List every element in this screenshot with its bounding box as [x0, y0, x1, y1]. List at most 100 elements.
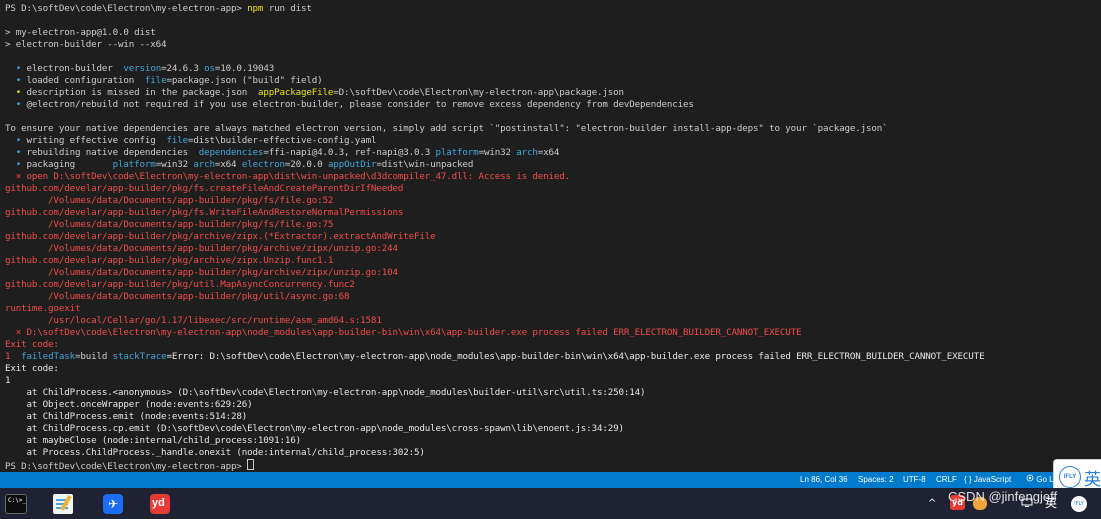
terminal-line: ⨯ open D:\softDev\code\Electron\my-elect…: [5, 171, 1101, 183]
terminal-text: •: [5, 63, 27, 74]
terminal-text: dependencies: [198, 147, 264, 158]
terminal-output: PS D:\softDev\code\Electron\my-electron-…: [0, 0, 1101, 472]
terminal-text: =ffi-napi@4.0.3, ref-napi@3.0.3: [263, 147, 436, 158]
terminal-text: os: [204, 63, 215, 74]
terminal-text: at ChildProcess.cp.emit (D:\softDev\code…: [5, 423, 624, 434]
terminal-text: at ChildProcess.<anonymous> (D:\softDev\…: [5, 387, 646, 398]
terminal-panel[interactable]: PS D:\softDev\code\Electron\my-electron-…: [0, 0, 1101, 472]
terminal-text: •: [5, 75, 27, 86]
terminal-text: •: [5, 135, 27, 146]
terminal-line: /usr/local/Cellar/go/1.17/libexec/src/ru…: [5, 315, 1101, 327]
terminal-text: at maybeClose (node:internal/child_proce…: [5, 435, 302, 446]
terminal-line: • rebuilding native dependencies depende…: [5, 147, 1101, 159]
terminal-line: • packaging platform=win32 arch=x64 elec…: [5, 159, 1101, 171]
eol-status[interactable]: CRLF: [936, 472, 957, 488]
terminal-line: Exit code:: [5, 339, 1101, 351]
terminal-text: at Object.onceWrapper (node:events:629:2…: [5, 399, 253, 410]
terminal-line: runtime.goexit: [5, 303, 1101, 315]
language-mode-status[interactable]: { } JavaScript: [964, 472, 1011, 488]
terminal-text: /Volumes/data/Documents/app-builder/pkg/…: [5, 267, 398, 278]
terminal-line: /Volumes/data/Documents/app-builder/pkg/…: [5, 267, 1101, 279]
feishu-icon[interactable]: ✈: [103, 494, 123, 514]
terminal-line: github.com/develar/app-builder/pkg/archi…: [5, 231, 1101, 243]
terminal-line: github.com/develar/app-builder/pkg/util.…: [5, 279, 1101, 291]
terminal-text: @electron/rebuild not required if you us…: [26, 99, 694, 110]
terminal-text: github.com/develar/app-builder/pkg/fs.cr…: [5, 183, 404, 194]
terminal-text: arch: [193, 159, 215, 170]
terminal-text: file: [144, 75, 167, 86]
terminal-line: at ChildProcess.cp.emit (D:\softDev\code…: [5, 423, 1101, 435]
cursor-position-status[interactable]: Ln 86, Col 36: [800, 472, 848, 488]
language-label: JavaScript: [973, 475, 1012, 484]
terminal-text: at Process.ChildProcess._handle.onexit (…: [5, 447, 425, 458]
terminal-line: /Volumes/data/Documents/app-builder/pkg/…: [5, 291, 1101, 303]
terminal-line: • @electron/rebuild not required if you …: [5, 99, 1101, 111]
terminal-text: =win32: [155, 159, 194, 170]
ifly-logo-icon: iFLY: [1059, 466, 1081, 488]
notepad-icon[interactable]: [53, 494, 73, 514]
terminal-text: =10.0.19043: [214, 63, 275, 74]
terminal-icon[interactable]: C:\>_: [5, 494, 27, 514]
terminal-text: PS D:\softDev\code\Electron\my-electron-…: [5, 3, 248, 14]
terminal-text: ⨯ D:\softDev\code\Electron\my-electron-a…: [5, 327, 802, 338]
terminal-line: /Volumes/data/Documents/app-builder/pkg/…: [5, 195, 1101, 207]
csdn-watermark: CSDN @jinfengjeff: [948, 489, 1058, 504]
terminal-text: file: [166, 135, 188, 146]
terminal-text: ⨯ open D:\softDev\code\Electron\my-elect…: [5, 171, 571, 182]
youdao-icon[interactable]: yd: [150, 494, 170, 514]
terminal-text: =dist\win-unpacked: [376, 159, 474, 170]
terminal-cursor[interactable]: [247, 459, 255, 470]
terminal-text: stackTrace: [112, 351, 167, 362]
go-live-status[interactable]: Go Li: [1026, 472, 1055, 488]
terminal-text: •: [5, 147, 27, 158]
terminal-line: github.com/develar/app-builder/pkg/fs.Wr…: [5, 207, 1101, 219]
encoding-status[interactable]: UTF-8: [903, 472, 926, 488]
terminal-text: Exit code:: [5, 363, 59, 374]
ime-language-toggle[interactable]: 英: [1084, 465, 1101, 490]
terminal-text: 1: [5, 375, 11, 386]
terminal-text: appPackageFile: [257, 87, 334, 98]
terminal-text: =x64: [537, 147, 560, 158]
terminal-text: at ChildProcess.emit (node:events:514:28…: [5, 411, 248, 422]
terminal-line: To ensure your native dependencies are a…: [5, 123, 1101, 135]
terminal-line: • writing effective config file=dist\bui…: [5, 135, 1101, 147]
terminal-text: PS D:\softDev\code\Electron\my-electron-…: [5, 461, 248, 472]
terminal-text: /usr/local/Cellar/go/1.17/libexec/src/ru…: [5, 315, 382, 326]
terminal-line: PS D:\softDev\code\Electron\my-electron-…: [5, 3, 1101, 15]
terminal-text: Exit code:: [5, 339, 59, 350]
terminal-text: =Error: D:\softDev\code\Electron\my-elec…: [166, 351, 985, 362]
terminal-text: github.com/develar/app-builder/pkg/fs.Wr…: [5, 207, 404, 218]
terminal-line: > my-electron-app@1.0.0 dist: [5, 27, 1101, 39]
terminal-line: /Volumes/data/Documents/app-builder/pkg/…: [5, 219, 1101, 231]
terminal-line: • electron-builder version=24.6.3 os=10.…: [5, 63, 1101, 75]
terminal-text: appOutDir: [327, 159, 377, 170]
terminal-text: loaded configuration: [26, 75, 145, 86]
terminal-line: > electron-builder --win --x64: [5, 39, 1101, 51]
terminal-text: electron: [241, 159, 285, 170]
terminal-text: To ensure your native dependencies are a…: [5, 123, 888, 134]
terminal-text: > electron-builder --win --x64: [5, 39, 167, 50]
terminal-text: =build: [74, 351, 113, 362]
braces-icon: { }: [964, 475, 972, 484]
ifly-tray-icon[interactable]: iFLY: [1071, 496, 1087, 512]
terminal-line: Exit code:: [5, 363, 1101, 375]
broadcast-icon: [1026, 474, 1036, 484]
terminal-text: /Volumes/data/Documents/app-builder/pkg/…: [5, 219, 334, 230]
indentation-status[interactable]: Spaces: 2: [858, 472, 894, 488]
terminal-text: =win32: [478, 147, 517, 158]
chevron-up-icon[interactable]: ^: [928, 488, 936, 519]
terminal-text: •: [5, 99, 27, 110]
terminal-text: =D:\softDev\code\Electron\my-electron-ap…: [333, 87, 624, 98]
terminal-text: run dist: [268, 3, 312, 14]
terminal-line: /Volumes/data/Documents/app-builder/pkg/…: [5, 243, 1101, 255]
terminal-line: ⨯ D:\softDev\code\Electron\my-electron-a…: [5, 327, 1101, 339]
status-bar: Ln 86, Col 36 Spaces: 2 UTF-8 CRLF { } J…: [0, 472, 1101, 488]
terminal-text: github.com/develar/app-builder/pkg/archi…: [5, 255, 334, 266]
terminal-text: =24.6.3: [161, 63, 205, 74]
terminal-text: electron-builder: [26, 63, 124, 74]
windows-taskbar: C:\>_ ✈ yd ^ yd 英 iFLY: [0, 488, 1101, 519]
terminal-text: =20.0.0: [284, 159, 328, 170]
